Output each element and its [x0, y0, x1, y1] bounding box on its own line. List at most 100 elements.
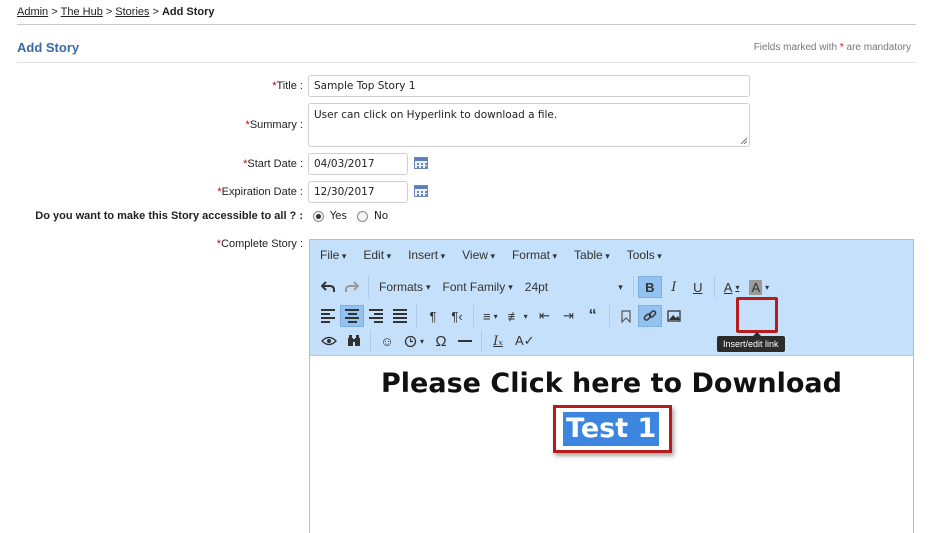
- breadcrumb-link-admin[interactable]: Admin: [17, 6, 48, 18]
- font-size-dropdown[interactable]: 24pt: [519, 280, 629, 294]
- clear-formatting-icon[interactable]: Iₓ: [486, 330, 510, 352]
- clock-icon[interactable]: [399, 330, 429, 352]
- toolbar-separator: [608, 305, 610, 327]
- align-right-icon[interactable]: [364, 305, 388, 327]
- underline-button[interactable]: U: [686, 276, 710, 298]
- spellcheck-icon[interactable]: A✓: [510, 330, 540, 352]
- summary-textarea-value: User can click on Hyperlink to download …: [314, 109, 558, 121]
- redo-icon[interactable]: [340, 276, 364, 298]
- title-input-value: Sample Top Story 1: [314, 80, 416, 92]
- calendar-icon[interactable]: [414, 157, 428, 169]
- background-color-glyph: A: [749, 279, 763, 295]
- mandatory-note-prefix: Fields marked with: [753, 42, 838, 53]
- indent-icon[interactable]: ⇥: [557, 305, 581, 327]
- link-icon[interactable]: [637, 305, 662, 327]
- menu-insert[interactable]: Insert: [408, 248, 445, 262]
- font-size-value: 24pt: [524, 280, 549, 294]
- toolbar-separator: [416, 305, 417, 327]
- accessible-radio-group: Yes No: [313, 210, 398, 222]
- toolbar-separator: [368, 276, 369, 298]
- rich-text-editor: File Edit Insert View Format Table Tools…: [309, 239, 914, 533]
- blockquote-icon[interactable]: “: [581, 305, 605, 327]
- link-button-highlight: [736, 297, 778, 333]
- editor-toolbar: Formats Font Family 24pt B I U A A ¶ ¶‹ …: [310, 270, 913, 356]
- rtl-icon[interactable]: ¶‹: [445, 305, 469, 327]
- undo-icon[interactable]: [316, 276, 340, 298]
- expiration-date-value: 12/30/2017: [314, 186, 375, 198]
- accessible-label: Do you want to make this Story accessibl…: [35, 210, 303, 222]
- summary-textarea[interactable]: User can click on Hyperlink to download …: [308, 103, 750, 147]
- bullet-list-icon[interactable]: ≡: [478, 305, 503, 327]
- complete-story-label: *Complete Story :: [217, 238, 303, 250]
- editor-menubar: File Edit Insert View Format Table Tools: [310, 240, 913, 270]
- selection-highlight: [553, 405, 672, 453]
- tooltip: Insert/edit link: [717, 332, 785, 352]
- page-title: Add Story: [17, 40, 80, 55]
- divider: [17, 62, 916, 63]
- title-label: *Title :: [272, 80, 303, 92]
- calendar-icon[interactable]: [414, 185, 428, 197]
- toolbar-separator: [632, 276, 634, 298]
- text-color-button[interactable]: A: [719, 276, 745, 298]
- numbered-list-icon[interactable]: ≢: [503, 305, 533, 327]
- menu-view[interactable]: View: [462, 248, 495, 262]
- expiration-date-input[interactable]: 12/30/2017: [308, 181, 408, 203]
- align-justify-icon[interactable]: [388, 305, 412, 327]
- resize-grip-icon[interactable]: [740, 137, 747, 144]
- required-star: *: [839, 42, 844, 53]
- smiley-icon[interactable]: ☺: [375, 330, 399, 352]
- radio-yes-label[interactable]: Yes: [330, 210, 347, 222]
- menu-edit[interactable]: Edit: [363, 248, 391, 262]
- bold-button[interactable]: B: [637, 276, 662, 298]
- toolbar-separator: [370, 330, 371, 352]
- divider: [17, 24, 916, 25]
- menu-format[interactable]: Format: [512, 248, 557, 262]
- radio-yes[interactable]: [313, 210, 324, 222]
- summary-label: *Summary :: [246, 119, 303, 131]
- toolbar-separator: [713, 276, 715, 298]
- breadcrumb-separator: >: [105, 6, 113, 18]
- image-icon[interactable]: [662, 305, 686, 327]
- radio-no-label[interactable]: No: [374, 210, 388, 222]
- complete-story-label-text: Complete Story :: [221, 238, 303, 250]
- outdent-icon[interactable]: ⇤: [533, 305, 557, 327]
- font-family-dropdown[interactable]: Font Family: [437, 280, 519, 294]
- ltr-icon[interactable]: ¶: [421, 305, 445, 327]
- eye-icon[interactable]: [316, 330, 342, 352]
- toolbar-separator: [481, 330, 483, 352]
- start-date-value: 04/03/2017: [314, 158, 375, 170]
- toolbar-row: ☺ Ω Iₓ A✓: [316, 329, 540, 353]
- summary-label-text: Summary :: [249, 119, 303, 131]
- menu-file[interactable]: File: [320, 248, 346, 262]
- start-date-label-text: Start Date :: [247, 158, 303, 170]
- radio-no[interactable]: [356, 210, 368, 222]
- breadcrumb-separator: >: [152, 6, 159, 18]
- menu-tools[interactable]: Tools: [627, 248, 662, 262]
- horizontal-rule-icon[interactable]: [453, 330, 477, 352]
- menu-table[interactable]: Table: [574, 248, 610, 262]
- expiration-date-label: *Expiration Date :: [217, 186, 303, 198]
- text-color-glyph: A: [723, 279, 733, 295]
- toolbar-row: ¶ ¶‹ ≡ ≢ ⇤ ⇥ “: [316, 304, 686, 328]
- formats-dropdown[interactable]: Formats: [373, 280, 437, 294]
- binoculars-icon[interactable]: [342, 330, 366, 352]
- breadcrumb-separator: >: [51, 6, 58, 18]
- background-color-button[interactable]: A: [744, 276, 774, 298]
- start-date-input[interactable]: 04/03/2017: [308, 153, 408, 175]
- breadcrumb-current: Add Story: [161, 6, 215, 18]
- expiration-date-label-text: Expiration Date :: [221, 186, 303, 198]
- mandatory-note: Fields marked with * are mandatory: [754, 42, 911, 53]
- breadcrumb-link-stories[interactable]: Stories: [115, 6, 149, 18]
- mandatory-note-suffix: are mandatory: [846, 42, 911, 53]
- omega-icon[interactable]: Ω: [429, 330, 453, 352]
- content-heading[interactable]: Please Click here to Download: [310, 368, 913, 399]
- toolbar-separator: [473, 305, 474, 327]
- breadcrumb: Admin > The Hub > Stories > Add Story: [17, 6, 215, 18]
- title-input[interactable]: Sample Top Story 1: [308, 75, 750, 97]
- breadcrumb-link-the-hub[interactable]: The Hub: [61, 6, 103, 18]
- toolbar-row: Formats Font Family 24pt B I U A A: [316, 275, 774, 299]
- bookmark-icon[interactable]: [614, 305, 638, 327]
- align-left-icon[interactable]: [316, 305, 340, 327]
- align-center-icon[interactable]: [340, 305, 364, 327]
- italic-button[interactable]: I: [662, 276, 686, 298]
